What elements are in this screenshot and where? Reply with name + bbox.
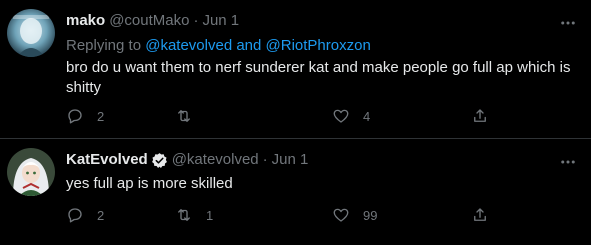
avatar-image <box>7 9 55 57</box>
retweet-button[interactable] <box>175 107 206 125</box>
retweet-count: 1 <box>206 207 214 223</box>
retweet-icon <box>178 209 190 221</box>
tweet-date[interactable]: Jun 1 <box>272 151 309 169</box>
tweet-thread: mako @coutMako · Jun 1 Replying to @kate… <box>0 0 591 245</box>
verified-badge-icon <box>151 152 168 169</box>
reply-count: 2 <box>97 207 105 223</box>
user-handle[interactable]: @coutMako <box>109 12 189 30</box>
heart-icon <box>333 109 349 123</box>
tweet-header: KatEvolved @katevolved · Jun 1 <box>66 151 308 169</box>
replying-to-label: Replying to <box>66 37 142 54</box>
replying-to-mentions[interactable]: @katevolved and @RiotPhroxzon <box>145 37 371 54</box>
like-button[interactable]: 4 <box>332 107 370 125</box>
replying-to-line: Replying to @katevolved and @RiotPhroxzo… <box>66 37 371 54</box>
avatar-image <box>7 148 55 196</box>
share-icon <box>474 208 486 221</box>
tweet-actions: 2 1 99 <box>66 206 506 226</box>
reply-icon <box>68 109 82 124</box>
share-button[interactable] <box>471 206 489 224</box>
avatar[interactable] <box>7 9 55 57</box>
separator: · <box>262 151 268 168</box>
tweet-actions: 2 4 <box>66 107 506 127</box>
avatar[interactable] <box>7 148 55 196</box>
tweet-header: mako @coutMako · Jun 1 <box>66 12 239 30</box>
reply-button[interactable]: 2 <box>66 206 104 224</box>
heart-icon <box>333 208 349 222</box>
reply-icon <box>68 208 82 223</box>
like-button[interactable]: 99 <box>332 206 377 224</box>
retweet-button[interactable]: 1 <box>175 206 213 224</box>
display-name[interactable]: KatEvolved <box>66 151 148 169</box>
display-name[interactable]: mako <box>66 12 105 30</box>
more-horizontal-icon[interactable] <box>559 153 577 171</box>
tweet-date[interactable]: Jun 1 <box>202 12 239 30</box>
tweet-text: bro do u want them to nerf sunderer kat … <box>66 59 571 96</box>
tweet-text: yes full ap is more skilled <box>66 175 233 192</box>
share-button[interactable] <box>471 107 489 125</box>
separator: · <box>193 12 199 29</box>
more-horizontal-icon[interactable] <box>559 14 577 32</box>
tweet[interactable]: mako @coutMako · Jun 1 Replying to @kate… <box>0 0 591 139</box>
reply-count: 2 <box>97 108 105 124</box>
like-count: 99 <box>363 207 378 223</box>
tweet[interactable]: KatEvolved @katevolved · Jun 1 yes full … <box>0 139 591 245</box>
user-handle[interactable]: @katevolved <box>172 151 259 169</box>
like-count: 4 <box>363 108 371 124</box>
share-icon <box>474 109 486 122</box>
reply-button[interactable]: 2 <box>66 107 104 125</box>
retweet-icon <box>178 110 190 122</box>
